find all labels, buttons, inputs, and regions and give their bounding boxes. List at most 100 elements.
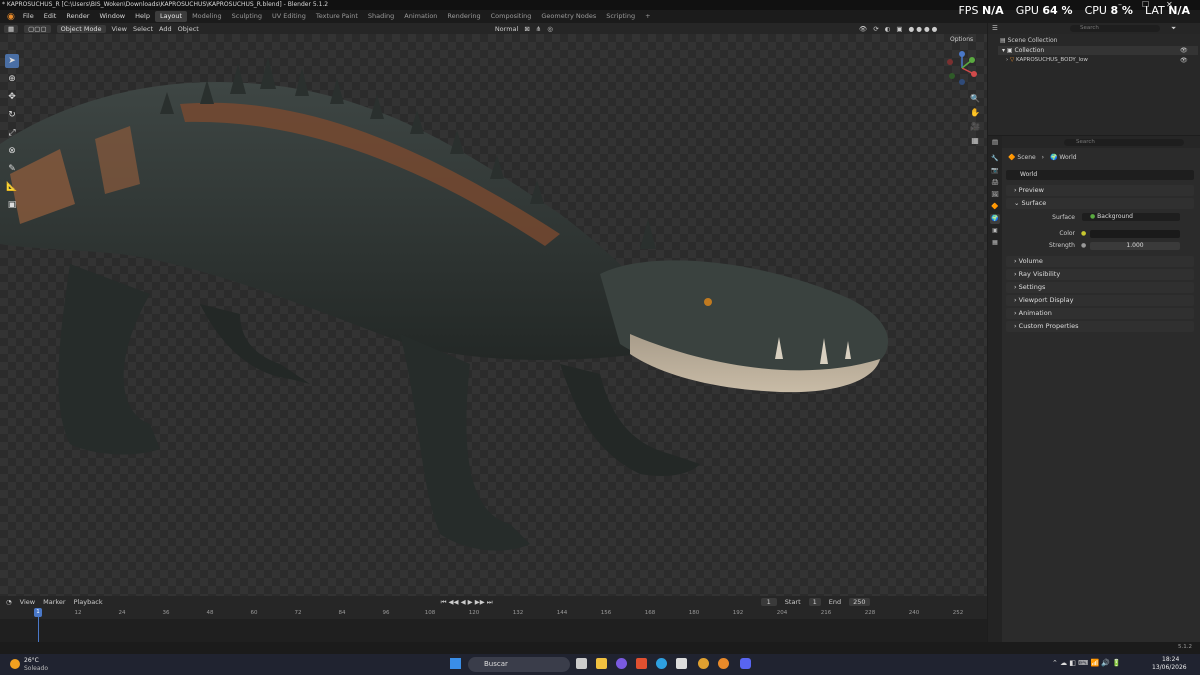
strength-field[interactable]: 1.000 (1090, 242, 1180, 250)
output-tab-icon[interactable]: 🖨 (990, 178, 1000, 188)
menu-select[interactable]: Select (133, 25, 153, 33)
weather-sun-icon[interactable] (10, 659, 20, 669)
start-frame-field[interactable]: 1 (808, 598, 821, 606)
menu-file[interactable]: File (18, 10, 39, 23)
discord-icon[interactable] (740, 658, 751, 669)
tab-compositing[interactable]: Compositing (486, 11, 537, 22)
outliner-search-input[interactable]: Search (1070, 25, 1160, 32)
add-workspace-button[interactable]: + (640, 11, 655, 22)
menu-window[interactable]: Window (94, 10, 130, 23)
navigation-gizmo[interactable] (942, 48, 982, 88)
surface-shader-field[interactable]: ● Background (1082, 213, 1180, 221)
panel-animation[interactable]: › Animation (1006, 308, 1194, 319)
scale-tool-icon[interactable]: ⤢ (5, 126, 19, 140)
transform-orientation-dropdown[interactable]: Normal (495, 25, 519, 33)
timeline-area[interactable]: 12 24 36 48 60 72 84 96 108 120 132 144 … (0, 608, 987, 642)
tab-texture-paint[interactable]: Texture Paint (311, 11, 363, 22)
menu-add[interactable]: Add (159, 25, 172, 33)
tab-rendering[interactable]: Rendering (442, 11, 485, 22)
blender-logo-icon[interactable]: ◉ (4, 12, 18, 22)
chrome-icon[interactable] (698, 658, 709, 669)
menu-edit[interactable]: Edit (39, 10, 62, 23)
clock-date[interactable]: 13/06/2026 (1152, 664, 1187, 671)
properties-search-input[interactable]: Search (1064, 139, 1184, 146)
tab-uv-editing[interactable]: UV Editing (267, 11, 311, 22)
3d-viewport[interactable] (0, 34, 987, 596)
select-tool-icon[interactable]: ➤ (5, 54, 19, 68)
playhead[interactable]: 1 (34, 608, 42, 617)
color-swatch[interactable] (1090, 230, 1180, 238)
tab-scripting[interactable]: Scripting (601, 11, 640, 22)
scene-tab-icon[interactable]: 🔶 (990, 202, 1000, 212)
select-mode-icons[interactable]: ▢▢▢ (24, 24, 51, 33)
clock-time[interactable]: 18:24 (1162, 656, 1179, 663)
xray-icon[interactable]: ▣ (896, 25, 902, 33)
measure-tool-icon[interactable]: 📐 (5, 180, 19, 194)
panel-ray-visibility[interactable]: › Ray Visibility (1006, 269, 1194, 280)
shading-modes-icon[interactable]: ● ● ● ● (908, 25, 937, 33)
outliner-editor-icon[interactable]: ☰ (992, 24, 998, 32)
camera-view-icon[interactable]: 🎥 (970, 122, 980, 132)
gizmo-toggle-icon[interactable]: ⟳ (873, 25, 878, 33)
panel-volume[interactable]: › Volume (1006, 256, 1194, 267)
outliner[interactable]: ☰ Search ⏷ ▤ Scene Collection ▾ ▣ Collec… (988, 23, 1200, 135)
panel-surface[interactable]: ⌄ Surface (1006, 198, 1194, 209)
panel-viewport-display[interactable]: › Viewport Display (1006, 295, 1194, 306)
proportional-edit-icon[interactable]: ◎ (547, 25, 553, 33)
timeline-editor-icon[interactable]: ◔ (6, 598, 12, 606)
windows-start-icon[interactable] (450, 658, 461, 669)
object-mode-dropdown[interactable]: Object Mode (56, 24, 106, 33)
properties-editor[interactable]: 🔧 📷 🖨 🖼 🔶 🌍 ▣ ▦ ▤ Search 🔶 Scene › 🌍 Wor… (988, 136, 1200, 642)
store-icon[interactable] (676, 658, 687, 669)
edge-browser-icon[interactable] (656, 658, 667, 669)
panel-custom-properties[interactable]: › Custom Properties (1006, 321, 1194, 332)
timeline-menu-view[interactable]: View (20, 598, 35, 606)
transform-tool-icon[interactable]: ⊗ (5, 144, 19, 158)
strength-socket-icon[interactable]: ● (1081, 242, 1086, 249)
menu-render[interactable]: Render (61, 10, 94, 23)
panel-settings[interactable]: › Settings (1006, 282, 1194, 293)
rotate-tool-icon[interactable]: ↻ (5, 108, 19, 122)
annotate-tool-icon[interactable]: ✎ (5, 162, 19, 176)
pivot-icon[interactable]: ⊠ (524, 25, 529, 33)
copilot-icon[interactable] (616, 658, 627, 669)
pan-hand-icon[interactable]: ✋ (970, 108, 980, 118)
panel-preview[interactable]: › Preview (1006, 185, 1194, 196)
menu-object[interactable]: Object (178, 25, 199, 33)
options-dropdown[interactable]: Options (950, 36, 973, 43)
tool-tab-icon[interactable]: 🔧 (990, 154, 1000, 164)
system-tray-icons[interactable]: ⌃ ☁ ◧ ⌨ 📶 🔊 🔋 (1052, 659, 1121, 667)
editor-type-icon[interactable]: ▦ (4, 24, 19, 33)
tab-sculpting[interactable]: Sculpting (227, 11, 267, 22)
tab-modeling[interactable]: Modeling (187, 11, 227, 22)
blender-taskbar-icon[interactable] (718, 658, 729, 669)
view-layer-tab-icon[interactable]: 🖼 (990, 190, 1000, 200)
brave-browser-icon[interactable] (636, 658, 647, 669)
color-socket-icon[interactable]: ● (1081, 230, 1086, 237)
world-tab-icon[interactable]: 🌍 (990, 214, 1000, 224)
playback-controls-icon[interactable]: ⏮ ◀◀ ◀ ▶ ▶▶ ⏭ (441, 598, 493, 607)
scene-collection-row[interactable]: ▤ Scene Collection (1000, 37, 1057, 44)
render-tab-icon[interactable]: 📷 (990, 166, 1000, 176)
overlay-toggle-icon[interactable]: ◐ (885, 25, 891, 33)
crocodile-model[interactable] (0, 34, 987, 596)
timeline-menu-playback[interactable]: Playback (74, 598, 103, 606)
add-cube-tool-icon[interactable]: ▣ (5, 198, 19, 212)
tab-layout[interactable]: Layout (154, 11, 188, 22)
object-row[interactable]: › ▽ KAPROSUCHUS_BODY_low (1006, 56, 1088, 65)
zoom-icon[interactable]: 🔍 (970, 94, 980, 104)
filter-icon[interactable]: ⏷ (1171, 24, 1176, 33)
world-datablock-field[interactable]: World (1006, 170, 1194, 180)
visibility-icon[interactable]: 👁 (859, 25, 867, 33)
frame-ruler[interactable]: 12 24 36 48 60 72 84 96 108 120 132 144 … (0, 608, 987, 619)
taskbar-search-input[interactable]: Buscar (468, 657, 570, 672)
current-frame-field[interactable]: 1 (760, 598, 777, 606)
collection-row[interactable]: ▾ ▣ Collection (998, 46, 1198, 55)
tab-geometry-nodes[interactable]: Geometry Nodes (536, 11, 601, 22)
visibility-eye-icon[interactable]: 👁 (1180, 47, 1188, 54)
tab-animation[interactable]: Animation (399, 11, 442, 22)
file-explorer-icon[interactable] (596, 658, 607, 669)
menu-view[interactable]: View (112, 25, 127, 33)
menu-help[interactable]: Help (130, 10, 155, 23)
end-frame-field[interactable]: 250 (849, 598, 870, 606)
